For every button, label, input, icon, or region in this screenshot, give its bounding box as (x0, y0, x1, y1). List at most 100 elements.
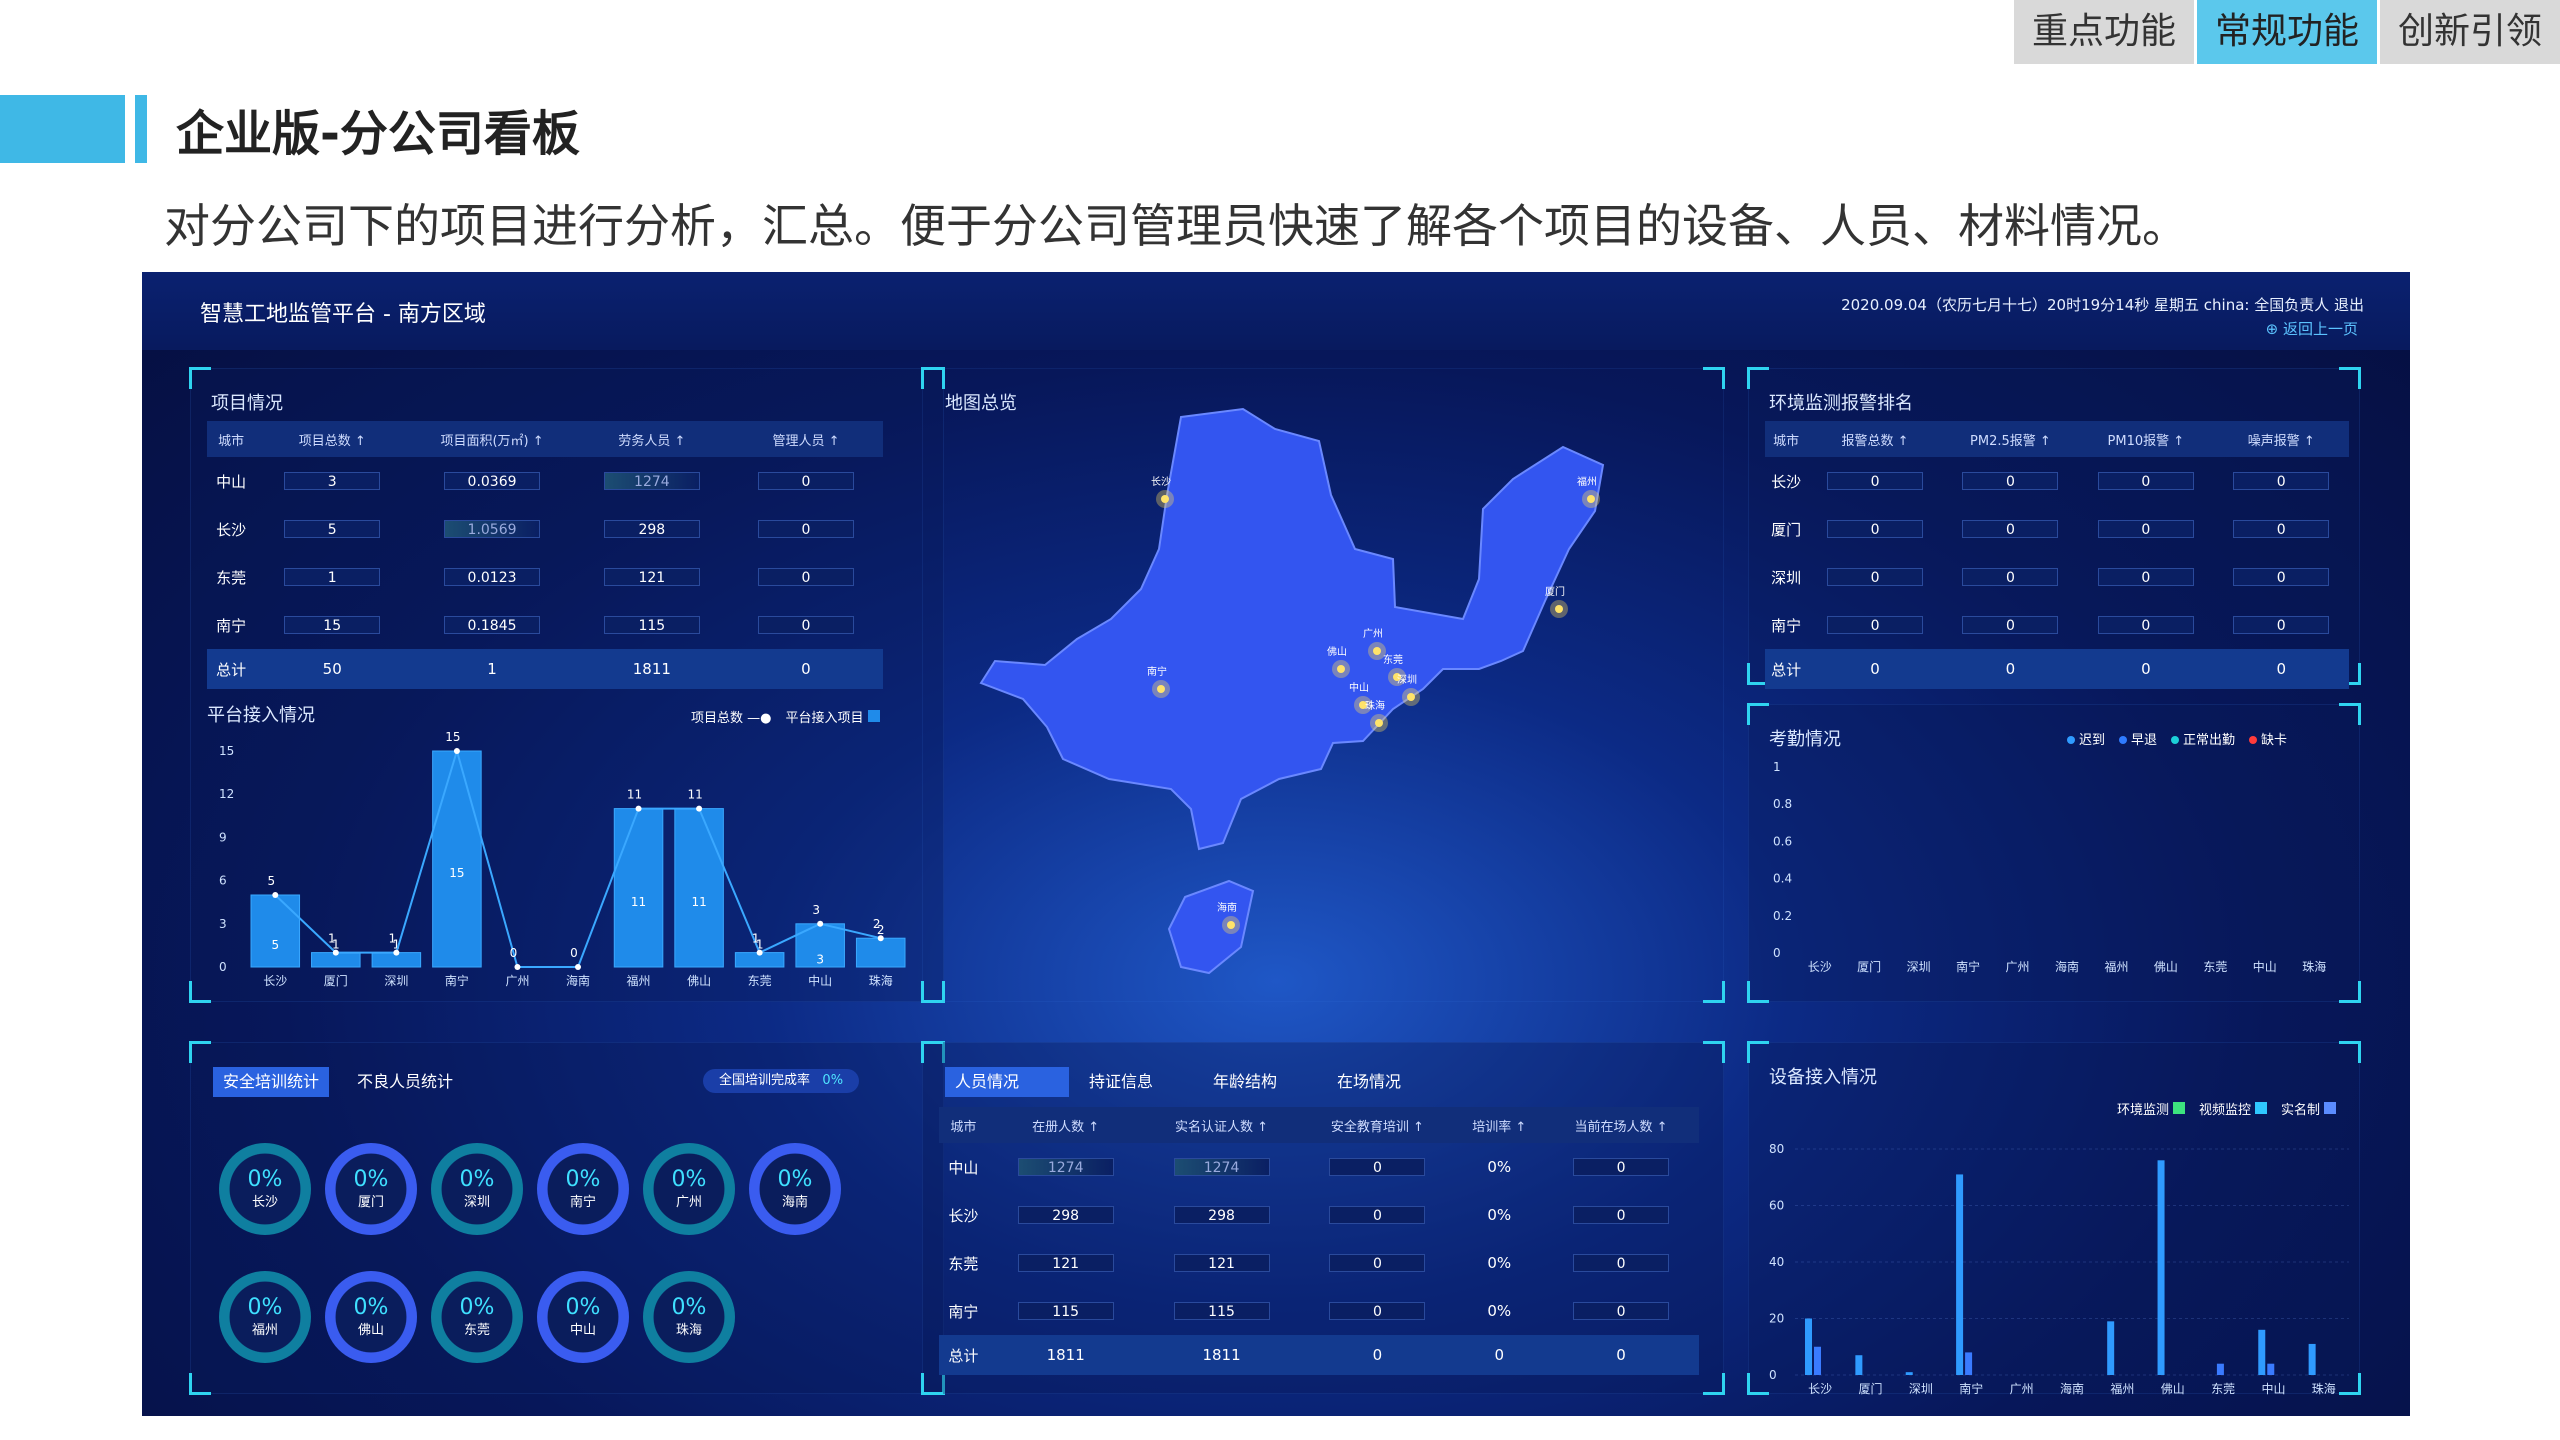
column-header[interactable]: 项目总数 ↑ (255, 421, 410, 457)
bar-data-label: 15 (449, 866, 464, 880)
x-tick-label: 南宁 (445, 973, 469, 988)
donut-name: 南宁 (569, 1194, 596, 1210)
column-header[interactable]: 城市 (207, 421, 256, 457)
total-cell: 0 (728, 649, 883, 689)
column-header[interactable]: PM10报警 ↑ (2078, 421, 2214, 457)
table-row[interactable]: 东莞 121 121 0 0% 0 (939, 1239, 1699, 1287)
column-header[interactable]: 报警总数 ↑ (1807, 421, 1943, 457)
x-tick-label: 厦门 (324, 973, 348, 988)
y-tick-label: 20 (1769, 1312, 1784, 1326)
x-tick-label: 厦门 (1857, 959, 1881, 974)
column-header[interactable]: 噪声报警 ↑ (2213, 421, 2349, 457)
nav-innovation[interactable]: 创新引领 (2376, 0, 2560, 64)
cell-value: 0 (2233, 568, 2330, 586)
column-header[interactable]: 实名认证人数 ↑ (1143, 1107, 1300, 1143)
table-cell: 0 (1543, 1287, 1699, 1335)
column-header[interactable]: 项目面积(万㎡) ↑ (409, 421, 575, 457)
cell-value: 0 (2233, 616, 2330, 634)
table-row[interactable]: 长沙 5 1.0569 298 0 (207, 505, 883, 553)
table-header-row: 城市 项目总数 ↑ 项目面积(万㎡) ↑ 劳务人员 ↑ 管理人员 ↑ (207, 421, 883, 457)
cell-value: 0 (2097, 568, 2194, 586)
y-tick-label: 0 (1769, 1368, 1777, 1382)
donut-name: 珠海 (675, 1322, 702, 1338)
back-link[interactable]: ⊕ 返回上一页 (2266, 318, 2358, 339)
training-donut: 0% 珠海 (643, 1271, 735, 1363)
column-header[interactable]: 培训率 ↑ (1455, 1107, 1544, 1143)
table-row[interactable]: 深圳 0 0 0 0 (1765, 553, 2349, 601)
total-cell: 0 (1942, 649, 2079, 689)
attendance-legend: 迟到 早退 正常出勤 缺卡 (2067, 729, 2287, 748)
table-cell: 298 (1144, 1191, 1300, 1239)
device-bar (2216, 1363, 2224, 1375)
line-data-label: 0 (570, 946, 578, 960)
personnel-tab[interactable]: 人员情况 (945, 1067, 1069, 1097)
table-cell: 南宁 (948, 1302, 979, 1321)
table-cell: 0 (1543, 1239, 1699, 1287)
table-cell: 0 (1543, 1143, 1699, 1191)
device-legend-item: 实名制 (2281, 1099, 2337, 1118)
x-tick-label: 珠海 (2302, 959, 2326, 974)
device-bar (2107, 1321, 2115, 1375)
column-header[interactable]: 城市 (939, 1107, 988, 1143)
column-header[interactable]: 管理人员 ↑ (728, 421, 883, 457)
device-bar (2267, 1363, 2275, 1375)
top-nav: 重点功能 常规功能 创新引领 (2010, 0, 2560, 64)
x-tick-label: 佛山 (2154, 960, 2178, 974)
env-table: 城市 报警总数 ↑ PM2.5报警 ↑ PM10报警 ↑ 噪声报警 ↑ 长沙 0 0 0 0 厦门 0… (1765, 421, 2349, 689)
table-row[interactable]: 中山 3 0.0369 1274 0 (207, 457, 883, 505)
training-donut: 0% 深圳 (431, 1143, 523, 1235)
table-cell: 0 (1299, 1239, 1455, 1287)
legend-swatch (2173, 1102, 2186, 1114)
map-panel: 地图总览 长沙 福州 厦门 广州 东莞 深圳 佛山 中山 珠海 南宁 海南 (921, 367, 1725, 1003)
training-donut: 0% 佛山 (325, 1271, 417, 1363)
column-header[interactable]: 当前在场人数 ↑ (1543, 1107, 1699, 1143)
cell-value: 0 (1329, 1302, 1426, 1320)
table-row[interactable]: 长沙 0 0 0 0 (1765, 457, 2349, 505)
device-bar (1956, 1174, 1964, 1375)
attendance-legend-item: 缺卡 (2249, 729, 2287, 748)
x-tick-label: 珠海 (869, 973, 893, 988)
table-row[interactable]: 南宁 0 0 0 0 (1765, 601, 2349, 649)
table-row[interactable]: 南宁 15 0.1845 115 0 (207, 601, 883, 649)
table-row[interactable]: 厦门 0 0 0 0 (1765, 505, 2349, 553)
dashboard-screenshot: 智慧工地监管平台 - 南方区域 2020.09.04（农历七月十七）20时19分… (142, 272, 2410, 1416)
nav-regular-features[interactable]: 常规功能 (2193, 0, 2377, 64)
project-panel: 项目情况 城市 项目总数 ↑ 项目面积(万㎡) ↑ 劳务人员 ↑ 管理人员 ↑ 中山 3 0.… (189, 367, 945, 1003)
map-city-label: 佛山 (1327, 647, 1347, 658)
table-row[interactable]: 东莞 1 0.0123 121 0 (207, 553, 883, 601)
column-header[interactable]: 安全教育培训 ↑ (1299, 1107, 1456, 1143)
y-tick-label: 40 (1769, 1255, 1784, 1269)
y-tick-label: 15 (219, 744, 234, 758)
back-label[interactable]: 返回上一页 (2283, 320, 2358, 338)
nav-key-features[interactable]: 重点功能 (2010, 0, 2194, 64)
map-city-label: 海南 (1217, 903, 1237, 914)
donut-value: 0% (671, 1294, 707, 1320)
personnel-tab[interactable]: 持证信息 (1079, 1067, 1163, 1097)
table-row[interactable]: 南宁 115 115 0 0% 0 (939, 1287, 1699, 1335)
donut-name: 东莞 (463, 1322, 490, 1338)
donut-value: 0% (459, 1294, 495, 1320)
column-header[interactable]: 劳务人员 ↑ (574, 421, 729, 457)
personnel-tab[interactable]: 在场情况 (1327, 1067, 1411, 1097)
device-bar (1855, 1355, 1863, 1375)
attendance-legend-item: 正常出勤 (2171, 729, 2235, 748)
map-mainland (979, 407, 1605, 851)
dashboard-info[interactable]: 2020.09.04（农历七月十七）20时19分14秒 星期五 china: 全… (1841, 294, 2364, 315)
tab-safety-training[interactable]: 安全培训统计 (213, 1067, 330, 1097)
personnel-tab[interactable]: 年龄结构 (1203, 1067, 1287, 1097)
table-row[interactable]: 长沙 298 298 0 0% 0 (939, 1191, 1699, 1239)
region-map[interactable] (923, 369, 1725, 1003)
total-cell: 0 (1807, 649, 1943, 689)
total-row: 总计 0 0 0 0 (1765, 649, 2349, 689)
access-bar (250, 894, 301, 968)
column-header[interactable]: PM2.5报警 ↑ (1942, 421, 2079, 457)
cell-value: 0 (1827, 520, 1924, 538)
table-row[interactable]: 中山 1274 1274 0 0% 0 (939, 1143, 1699, 1191)
total-row: 总计 1811 1811 0 0 0 (939, 1335, 1699, 1375)
tab-bad-personnel[interactable]: 不良人员统计 (347, 1067, 463, 1097)
column-header[interactable]: 在册人数 ↑ (987, 1107, 1144, 1143)
donut-value: 0% (247, 1166, 283, 1192)
column-header[interactable]: 城市 (1765, 421, 1808, 457)
cell-value: 121 (603, 568, 700, 586)
table-cell: 0% (1487, 1302, 1512, 1320)
